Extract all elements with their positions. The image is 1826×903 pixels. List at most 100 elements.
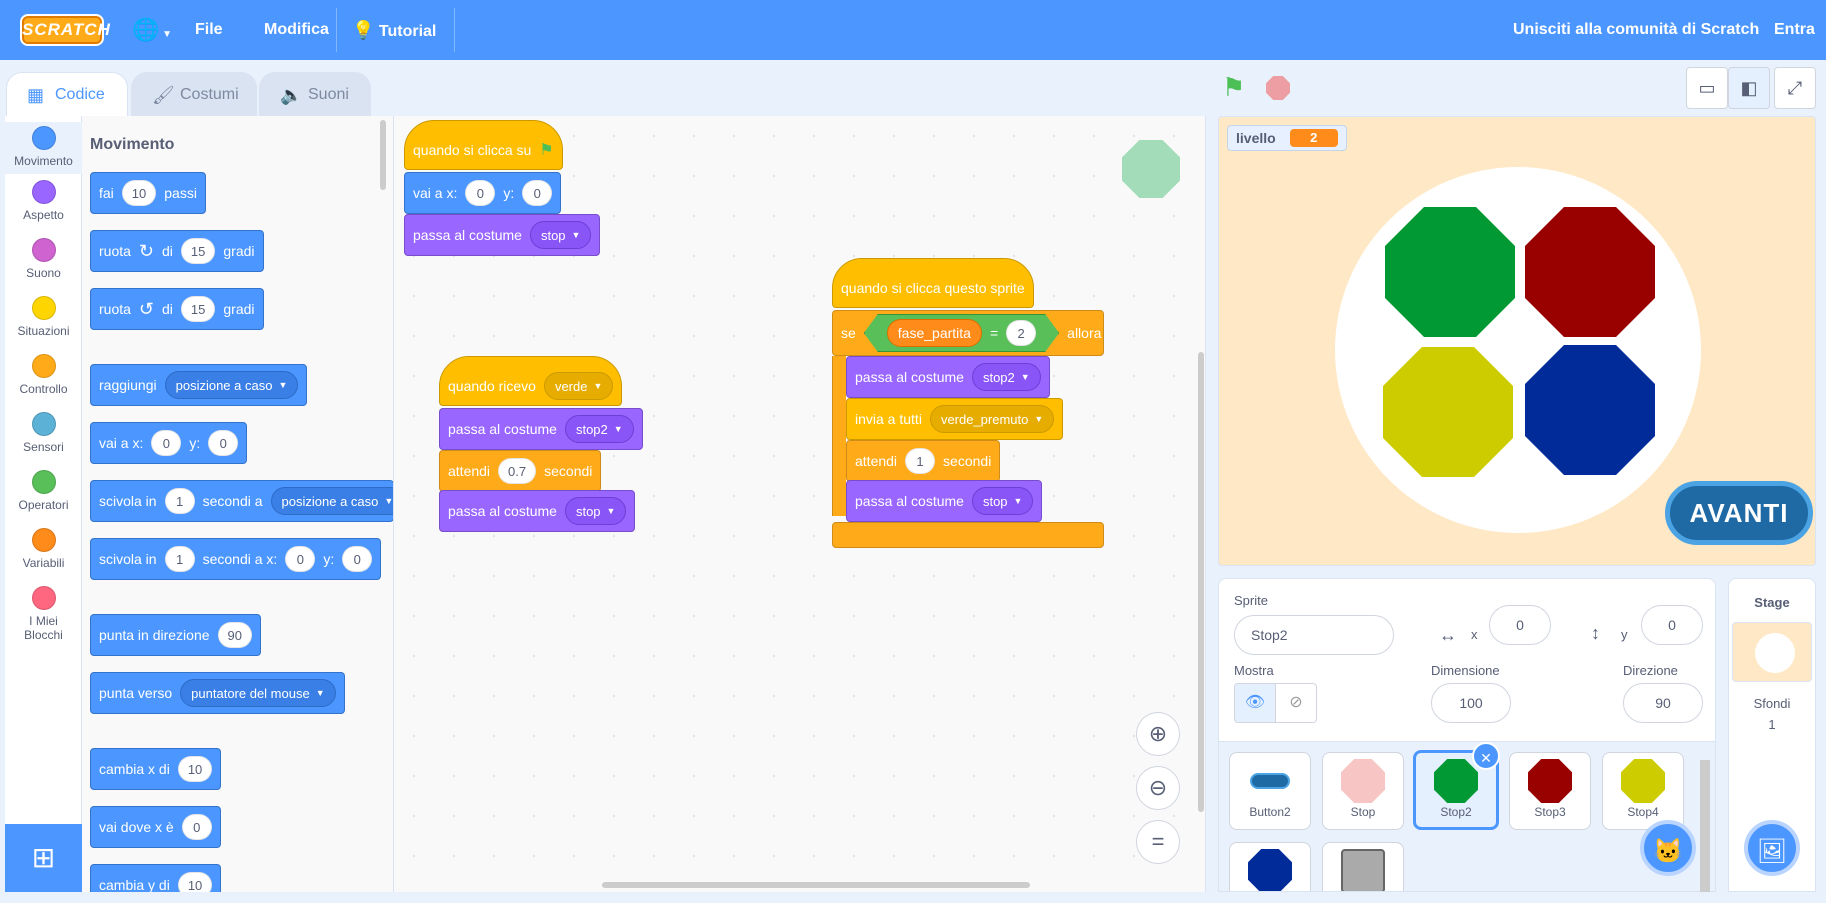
block-dropdown[interactable]: posizione a caso ▼ [270,487,393,515]
add-extension-button[interactable]: ⊞ [5,824,82,892]
sprite-tile-game-over[interactable] [1322,842,1404,891]
delete-sprite-button[interactable]: ✕ [1472,742,1500,770]
tab-code[interactable]: ▦ Codice [6,72,128,116]
block-when-receive[interactable]: quando ricevo verde ▼ [439,356,623,406]
block-goto-xy[interactable]: vai a x: 0 y: 0 [90,422,248,464]
category-control[interactable]: Controllo [5,354,82,396]
block-turn-right[interactable]: ruota ↻ di 15 gradi [90,230,264,272]
scratch-logo[interactable]: SCRATCH [20,14,110,46]
block-input[interactable]: 0 [342,546,373,572]
block-dropdown[interactable]: stop ▼ [971,487,1034,515]
equals-operator[interactable]: fase_partita = 2 [864,314,1059,352]
choose-backdrop-button[interactable]: 🖼 [1744,820,1800,876]
block-input[interactable]: 0 [522,180,553,206]
green-octagon[interactable] [1385,207,1515,337]
show-sprite-button[interactable]: 👁 [1234,683,1276,723]
block-goto-xy[interactable]: vai a x: 0 y: 0 [404,172,562,214]
block-dropdown[interactable]: stop2 ▼ [564,415,634,443]
stage-canvas[interactable]: livello 2 AVANTI [1218,116,1816,566]
category-sound[interactable]: Suono [5,238,82,280]
block-point-towards[interactable]: punta verso puntatore del mouse ▼ [90,672,345,714]
script-area[interactable]: quando si clicca su ⚑ vai a x: 0 y: 0 pa… [394,116,1206,892]
block-switch-costume[interactable]: passa al costume stop2 ▼ [846,356,1050,398]
block-input[interactable]: 0 [285,546,316,572]
red-octagon[interactable] [1525,207,1655,337]
block-input[interactable]: 15 [180,238,216,264]
block-move-steps[interactable]: fai 10 passi [90,172,206,214]
block-input[interactable]: 10 [177,872,213,892]
category-looks[interactable]: Aspetto [5,180,82,222]
block-input[interactable]: 0 [208,430,239,456]
category-operators[interactable]: Operatori [5,470,82,512]
block-dropdown[interactable]: puntatore del mouse ▼ [180,679,336,707]
block-switch-costume[interactable]: passa al costume stop ▼ [846,480,1043,522]
size-input[interactable]: 100 [1431,683,1511,723]
block-switch-costume[interactable]: passa al costume stop ▼ [404,214,601,256]
block-broadcast[interactable]: invia a tutti verde_premuto ▼ [846,398,1064,440]
sprite-tile-stop[interactable]: Stop [1322,752,1404,830]
block-if-then[interactable]: se fase_partita = 2 allora [832,310,1104,356]
fullscreen-button[interactable]: ⤢ [1774,67,1816,109]
sprite-list-scrollbar[interactable] [1700,760,1710,892]
block-input[interactable]: 90 [217,622,252,648]
category-my-blocks[interactable]: I Miei Blocchi [5,586,82,642]
block-input[interactable]: 10 [177,756,213,782]
block-input[interactable]: 0 [181,814,212,840]
block-change-y[interactable]: cambia y di 10 [90,864,222,892]
normal-stage-button[interactable]: ◧ [1728,67,1770,109]
category-motion[interactable]: Movimento [5,122,82,174]
zoom-reset-button[interactable]: = [1136,820,1180,864]
sprite-tile-button2[interactable]: Button2 [1229,752,1311,830]
block-input[interactable]: 0 [151,430,182,456]
block-point-direction[interactable]: punta in direzione 90 [90,614,261,656]
avanti-button[interactable]: AVANTI [1665,481,1813,545]
block-wait[interactable]: attendi 0.7 secondi [439,450,602,492]
block-when-flag-clicked[interactable]: quando si clicca su ⚑ [404,120,563,170]
block-switch-costume[interactable]: passa al costume stop ▼ [439,490,636,532]
block-set-x[interactable]: vai dove x è 0 [90,806,221,848]
script-vscrollbar[interactable] [1198,352,1204,812]
block-glide[interactable]: scivola in 1 secondi a posizione a caso ▼ [90,480,393,522]
green-flag-button[interactable]: ⚑ [1222,72,1245,103]
block-change-x[interactable]: cambia x di 10 [90,748,222,790]
palette-scrollbar[interactable] [380,120,386,190]
stop-button[interactable] [1266,76,1290,100]
direction-input[interactable]: 90 [1623,683,1703,723]
block-input[interactable]: 10 [121,180,157,206]
block-dropdown[interactable]: stop ▼ [529,221,592,249]
zoom-in-button[interactable]: ⊕ [1136,712,1180,756]
block-dropdown[interactable]: stop2 ▼ [971,363,1041,391]
block-switch-costume[interactable]: passa al costume stop2 ▼ [439,408,643,450]
choose-sprite-button[interactable]: 🐱 [1640,820,1696,876]
block-input[interactable]: 1 [905,448,936,474]
stage-thumbnail[interactable] [1732,622,1812,682]
block-wait[interactable]: attendi 1 secondi [846,440,1001,482]
language-menu[interactable]: 🌐 ▼ [132,0,172,60]
tab-costumes[interactable]: 🖌 Costumi [131,72,257,116]
sprite-tile-stop4[interactable]: Stop4 [1602,752,1684,830]
script-hscrollbar[interactable] [602,882,1030,888]
yellow-octagon[interactable] [1383,347,1513,477]
small-stage-button[interactable]: ▭ [1686,67,1728,109]
variable-reporter[interactable]: fase_partita [887,319,982,347]
block-dropdown[interactable]: verde_premuto ▼ [929,405,1055,433]
variable-monitor[interactable]: livello 2 [1227,125,1347,151]
signin-link[interactable]: Entra [1774,0,1815,60]
block-glide-xy[interactable]: scivola in 1 secondi a x: 0 y: 0 [90,538,382,580]
tab-sounds[interactable]: 🔈 Suoni [259,72,371,116]
block-input[interactable]: 0.7 [498,458,537,484]
category-events[interactable]: Situazioni [5,296,82,338]
file-menu[interactable]: File [195,0,223,60]
category-sensing[interactable]: Sensori [5,412,82,454]
block-when-sprite-clicked[interactable]: quando si clicca questo sprite [832,258,1034,308]
block-input[interactable]: 0 [465,180,496,206]
block-turn-left[interactable]: ruota ↺ di 15 gradi [90,288,264,330]
sprite-tile-blue[interactable] [1229,842,1311,891]
sprite-name-input[interactable]: Stop2 [1234,615,1394,655]
tutorial-menu[interactable]: 💡 Tutorial [352,0,436,60]
block-dropdown[interactable]: verde ▼ [543,372,614,400]
sprite-tile-stop3[interactable]: Stop3 [1509,752,1591,830]
blue-octagon[interactable] [1525,345,1655,475]
block-input[interactable]: 15 [180,296,216,322]
join-link[interactable]: Unisciti alla comunità di Scratch [1513,0,1759,60]
